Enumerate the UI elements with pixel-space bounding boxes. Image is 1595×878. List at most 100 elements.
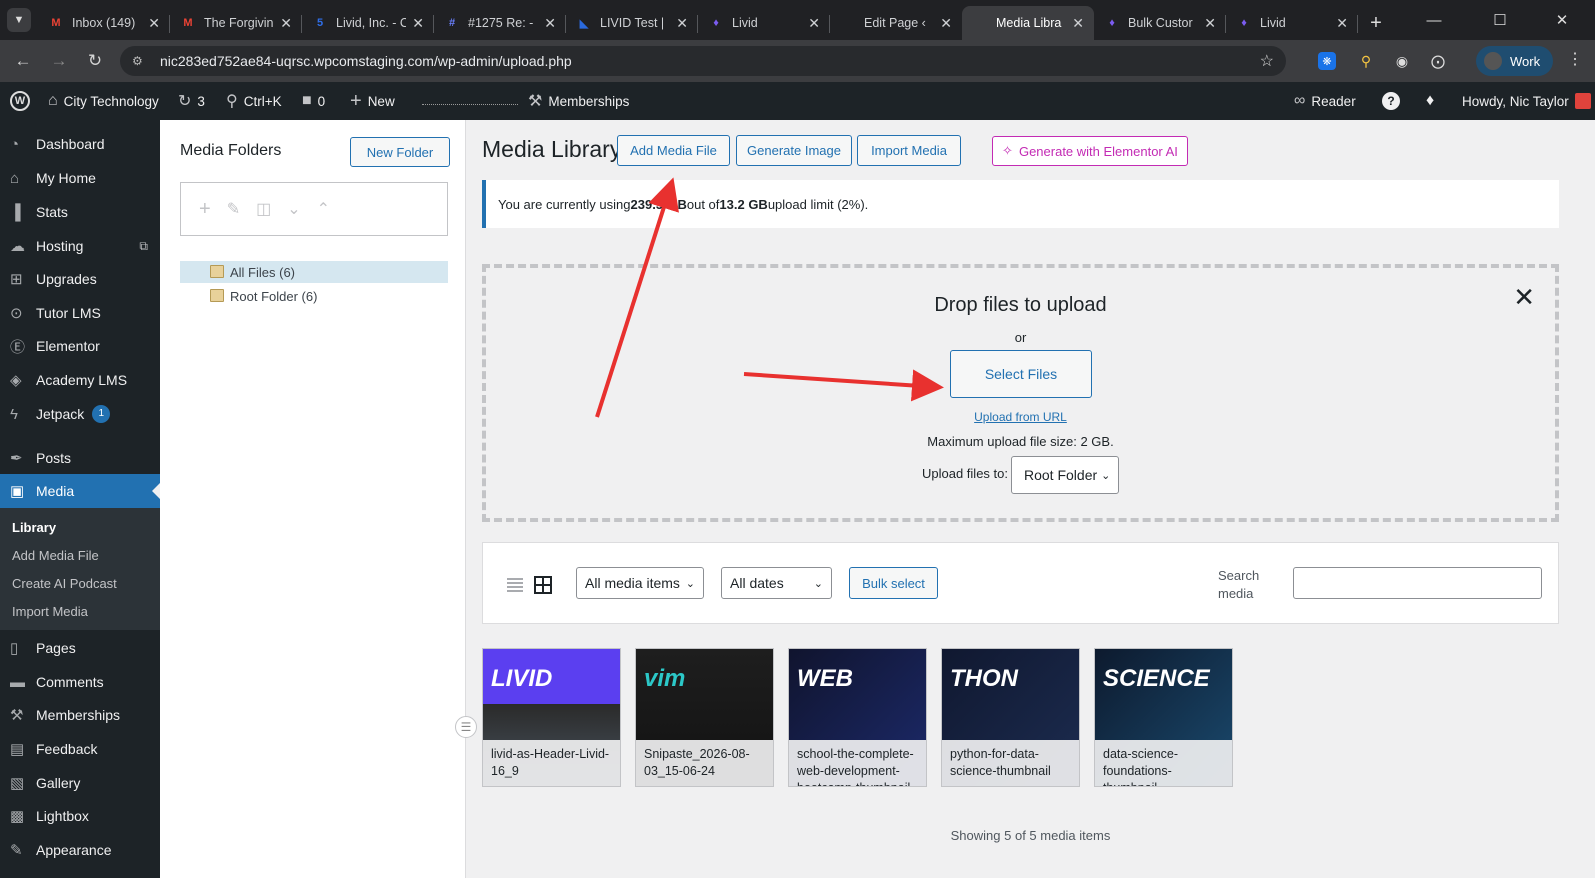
sidebar-item-feedback[interactable]: ▤ Feedback bbox=[0, 732, 160, 766]
extension-gear-icon[interactable]: ❋ bbox=[1318, 52, 1336, 70]
media-thumbnail[interactable]: THON python-for-data-science-thumbnail bbox=[941, 648, 1080, 787]
new-folder-button[interactable]: New Folder bbox=[350, 137, 450, 167]
sidebar-item-label: Comments bbox=[36, 674, 104, 690]
browser-tab[interactable]: ♦ Livid ✕ bbox=[1226, 6, 1358, 40]
extensions-puzzle-icon[interactable]: ⨀ bbox=[1426, 49, 1450, 73]
sidebar-item-stats[interactable]: ▐ Stats bbox=[0, 195, 160, 229]
close-window-button[interactable]: ✕ bbox=[1540, 0, 1584, 40]
help-button[interactable]: ? bbox=[1382, 82, 1400, 120]
date-filter[interactable]: All dates ⌄ bbox=[721, 567, 832, 599]
tab-close-icon[interactable]: ✕ bbox=[808, 15, 820, 32]
tab-close-icon[interactable]: ✕ bbox=[148, 15, 160, 32]
browser-tab[interactable]: 5 Livid, Inc. - C ✕ bbox=[302, 6, 434, 40]
notifications-button[interactable]: ♦ bbox=[1426, 82, 1434, 120]
collapse-icon[interactable]: ⌃ bbox=[317, 199, 330, 219]
browser-tab[interactable]: # #1275 Re: - ✕ bbox=[434, 6, 566, 40]
search-media-input[interactable] bbox=[1293, 567, 1542, 599]
add-folder-icon[interactable]: + bbox=[199, 198, 211, 221]
grid-view-icon[interactable] bbox=[533, 575, 553, 595]
sidebar-item-posts[interactable]: ✒ Posts bbox=[0, 441, 160, 475]
search-link[interactable]: ⚲ Ctrl+K bbox=[226, 82, 282, 120]
browser-tab[interactable]: ♦ Bulk Custor ✕ bbox=[1094, 6, 1226, 40]
tab-search-button[interactable]: ▼ bbox=[0, 0, 38, 40]
app-icon: ◣ bbox=[579, 17, 589, 30]
submenu-item-add-media-file[interactable]: Add Media File bbox=[12, 548, 99, 563]
sidebar-item-media[interactable]: ▣ Media bbox=[0, 474, 160, 508]
wp-logo-button[interactable]: W bbox=[10, 82, 30, 120]
my-account-link[interactable]: Howdy, Nic Taylor bbox=[1462, 82, 1591, 120]
sidebar-item-elementor[interactable]: Ⓔ Elementor bbox=[0, 329, 160, 363]
media-type-filter[interactable]: All media items ⌄ bbox=[576, 567, 704, 599]
sidebar-item-academy-lms[interactable]: ◈ Academy LMS bbox=[0, 363, 160, 397]
upload-folder-select[interactable]: Root Folder ⌄ bbox=[1011, 456, 1119, 494]
sidebar-item-upgrades[interactable]: ⊞ Upgrades bbox=[0, 262, 160, 296]
tab-close-icon[interactable]: ✕ bbox=[940, 15, 952, 32]
upload-from-url-link[interactable]: Upload from URL bbox=[486, 410, 1555, 424]
tab-close-icon[interactable]: ✕ bbox=[676, 15, 688, 32]
tab-close-icon[interactable]: ✕ bbox=[412, 15, 424, 32]
media-thumbnail[interactable]: SCIENCE data-science-foundations-thumbnai… bbox=[1094, 648, 1233, 787]
sidebar-item-memberships[interactable]: ⚒ Memberships bbox=[0, 698, 160, 732]
new-content-link[interactable]: + New bbox=[350, 82, 395, 120]
reload-button[interactable]: ↻ bbox=[78, 44, 112, 78]
expand-icon[interactable]: ⌄ bbox=[287, 199, 300, 219]
comments-link[interactable]: ■ 0 bbox=[302, 82, 325, 120]
browser-tab[interactable]: Edit Page ‹ ✕ bbox=[830, 6, 962, 40]
extension-shield-icon[interactable]: ◉ bbox=[1390, 49, 1414, 73]
submenu-item-import-media[interactable]: Import Media bbox=[12, 604, 88, 619]
tab-close-icon[interactable]: ✕ bbox=[280, 15, 292, 32]
generate-image-button[interactable]: Generate Image bbox=[736, 135, 852, 166]
tab-close-icon[interactable]: ✕ bbox=[544, 15, 556, 32]
maximize-button[interactable]: ☐ bbox=[1478, 0, 1522, 40]
site-name-link[interactable]: ⌂ City Technology bbox=[48, 82, 159, 120]
browser-tab[interactable]: ◣ LIVID Test | ✕ bbox=[566, 6, 698, 40]
add-media-file-button[interactable]: Add Media File bbox=[617, 135, 730, 166]
sidebar-item-hosting[interactable]: ☁ Hosting ⧉ bbox=[0, 229, 160, 263]
media-thumbnail[interactable]: LIVID livid-as-Header-Livid-16_9 bbox=[482, 648, 621, 787]
memberships-link[interactable]: ⚒ Memberships bbox=[528, 82, 629, 120]
submenu-item-library[interactable]: Library bbox=[12, 520, 56, 535]
sidebar-item-lightbox[interactable]: ▩ Lightbox bbox=[0, 799, 160, 833]
edit-folder-icon[interactable]: ✎ bbox=[227, 199, 240, 219]
media-thumbnail[interactable]: WEB school-the-complete-web-development-b… bbox=[788, 648, 927, 787]
sidebar-item-my-home[interactable]: ⌂ My Home bbox=[0, 161, 160, 195]
site-info-icon[interactable]: ⚙ bbox=[132, 54, 150, 68]
browser-tab[interactable]: M The Forgivin ✕ bbox=[170, 6, 302, 40]
sidebar-item-tutor-lms[interactable]: ⊙ Tutor LMS bbox=[0, 296, 160, 330]
tab-close-icon[interactable]: ✕ bbox=[1336, 15, 1348, 32]
delete-folder-icon[interactable]: ◫ bbox=[256, 199, 271, 219]
tab-close-icon[interactable]: ✕ bbox=[1072, 15, 1084, 32]
reader-link[interactable]: ∞ Reader bbox=[1294, 82, 1356, 120]
upload-dropzone[interactable]: ✕ Drop files to upload or Select Files U… bbox=[482, 264, 1559, 522]
select-files-button[interactable]: Select Files bbox=[950, 350, 1092, 398]
sidebar-item-appearance[interactable]: ✎ Appearance bbox=[0, 833, 160, 867]
max-upload-size: Maximum upload file size: 2 GB. bbox=[927, 434, 1114, 449]
import-media-button[interactable]: Import Media bbox=[857, 135, 961, 166]
sidebar-item-gallery[interactable]: ▧ Gallery bbox=[0, 766, 160, 800]
forward-button[interactable]: → bbox=[42, 44, 76, 78]
media-thumbnail[interactable]: vim Snipaste_2026-08-03_15-06-24 bbox=[635, 648, 774, 787]
sidebar-item-comments[interactable]: ▬ Comments bbox=[0, 665, 160, 699]
tab-close-icon[interactable]: ✕ bbox=[1204, 15, 1216, 32]
browser-tab[interactable]: Media Libra ✕ bbox=[962, 6, 1094, 40]
sidebar-item-jetpack[interactable]: ϟ Jetpack 1 bbox=[0, 397, 160, 431]
extension-search-icon[interactable]: ⚲ bbox=[1354, 49, 1378, 73]
browser-tab[interactable]: ♦ Livid ✕ bbox=[698, 6, 830, 40]
browser-tab[interactable]: M Inbox (149) ✕ bbox=[38, 6, 170, 40]
generate-with-elementor-ai-button[interactable]: ✧ Generate with Elementor AI bbox=[992, 136, 1188, 166]
sidebar-item-dashboard[interactable]: ◔ Dashboard bbox=[0, 127, 160, 161]
sidebar-item-pages[interactable]: ▯ Pages bbox=[0, 631, 160, 665]
address-bar[interactable]: ⚙ nic283ed752ae84-uqrsc.wpcomstaging.com… bbox=[120, 46, 1286, 76]
updates-link[interactable]: ↻ 3 bbox=[178, 82, 205, 120]
bulk-select-button[interactable]: Bulk select bbox=[849, 567, 938, 599]
minimize-button[interactable]: — bbox=[1412, 0, 1456, 40]
submenu-item-create-ai-podcast[interactable]: Create AI Podcast bbox=[12, 576, 117, 591]
browser-menu-icon[interactable]: ⋮ bbox=[1567, 49, 1583, 69]
folder-all-files[interactable]: All Files (6) bbox=[180, 261, 448, 283]
back-button[interactable]: ← bbox=[6, 44, 40, 78]
new-tab-button[interactable]: + bbox=[1358, 6, 1394, 40]
bookmark-star-icon[interactable]: ☆ bbox=[1260, 51, 1274, 71]
list-view-icon[interactable] bbox=[505, 575, 525, 595]
folder-root[interactable]: Root Folder (6) bbox=[180, 285, 448, 307]
profile-button[interactable]: Work bbox=[1476, 46, 1553, 76]
